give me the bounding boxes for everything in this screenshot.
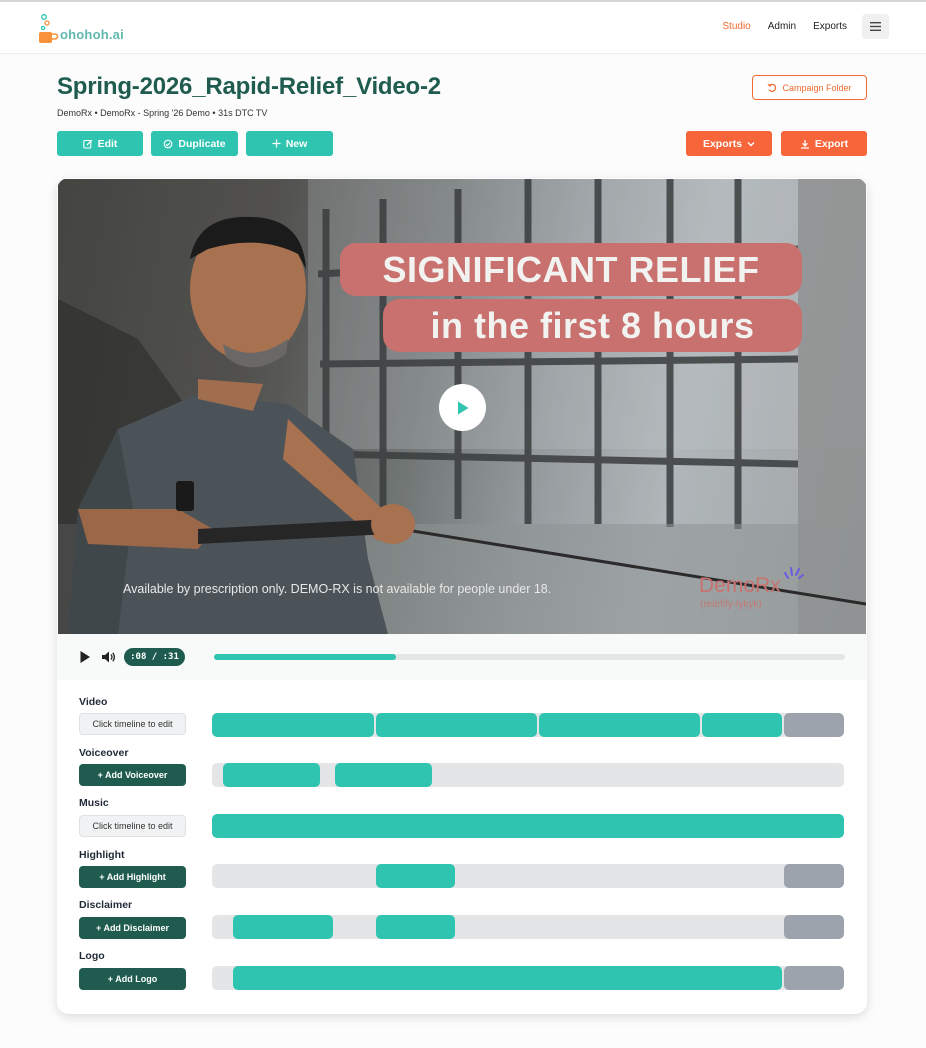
exports-label: Exports [702, 137, 743, 150]
add-highlight-button[interactable]: + Add Highlight [79, 866, 186, 888]
campaign-folder-button[interactable]: Campaign Folder [752, 75, 867, 100]
music-edit-hint-button[interactable]: Click timeline to edit [79, 815, 186, 837]
music-clip[interactable] [212, 814, 844, 838]
campaign-folder-label: Campaign Folder [782, 82, 852, 93]
chevron-down-icon [747, 141, 755, 146]
track-label-voiceover: Voiceover [79, 747, 129, 759]
voiceover-clip[interactable] [335, 763, 432, 787]
video-play-button[interactable] [439, 384, 486, 431]
play-icon [457, 401, 468, 414]
edit-label: Edit [97, 137, 118, 150]
top-nav: ohohoh.ai Studio Admin Exports [0, 2, 926, 54]
add-logo-button[interactable]: + Add Logo [79, 968, 186, 990]
end-card-segment[interactable] [784, 966, 844, 990]
disclaimer-clip[interactable] [376, 915, 455, 939]
video-clip[interactable] [702, 713, 782, 737]
nav-admin[interactable]: Admin [768, 21, 796, 32]
brand-logo[interactable]: ohohoh.ai [37, 12, 124, 44]
player-controls: :08 / :31 [57, 634, 867, 680]
playback-time: :08 / :31 [124, 648, 185, 666]
timeline-lane-logo[interactable] [212, 966, 844, 990]
nav-links: Studio Admin Exports [705, 14, 889, 39]
page-title: Spring-2026_Rapid-Relief_Video-2 [57, 73, 441, 100]
edit-button[interactable]: Edit [57, 131, 143, 156]
exports-dropdown-button[interactable]: Exports [686, 131, 772, 156]
logo-clip[interactable] [233, 966, 782, 990]
disclaimer-clip[interactable] [233, 915, 333, 939]
undo-icon [768, 83, 777, 92]
video-brand-logo: DemoRx [699, 574, 781, 597]
volume-icon[interactable] [100, 649, 116, 665]
mug-icon [37, 14, 59, 44]
playback-progress-fill [214, 654, 397, 660]
video-clip[interactable] [376, 713, 537, 737]
duplicate-label: Duplicate [178, 137, 226, 150]
timeline-lane-music[interactable] [212, 814, 844, 838]
track-label-music: Music [79, 797, 109, 809]
track-label-highlight: Highlight [79, 849, 125, 861]
timeline-lane-voiceover[interactable] [212, 763, 844, 787]
new-button[interactable]: New [246, 131, 333, 156]
video-editor-card: SIGNIFICANT RELIEF in the first 8 hours … [57, 178, 867, 1014]
timeline-lane-disclaimer[interactable] [212, 915, 844, 939]
new-label: New [285, 137, 308, 150]
overlay-headline-line2: in the first 8 hours [383, 299, 802, 352]
export-label: Export [814, 137, 849, 150]
video-edit-hint-button[interactable]: Click timeline to edit [79, 713, 186, 735]
playback-progress-bar[interactable] [214, 654, 845, 660]
video-disclaimer-text: Available by prescription only. DEMO-RX … [123, 582, 552, 596]
nav-studio[interactable]: Studio [722, 21, 750, 32]
duplicate-button[interactable]: Duplicate [151, 131, 238, 156]
timeline-lane-video[interactable] [212, 713, 844, 737]
voiceover-clip[interactable] [223, 763, 320, 787]
duplicate-icon [164, 139, 173, 148]
track-label-video: Video [79, 696, 108, 708]
plus-icon [272, 139, 281, 148]
brand-name: ohohoh.ai [60, 27, 124, 42]
timeline-lane-highlight[interactable] [212, 864, 844, 888]
add-voiceover-button[interactable]: + Add Voiceover [79, 764, 186, 786]
hamburger-icon [870, 22, 881, 31]
video-clip[interactable] [539, 713, 700, 737]
hamburger-menu-button[interactable] [862, 14, 889, 39]
track-label-logo: Logo [79, 950, 105, 962]
track-label-disclaimer: Disclaimer [79, 899, 133, 911]
end-card-segment[interactable] [784, 915, 844, 939]
highlight-clip[interactable] [376, 864, 455, 888]
video-preview[interactable]: SIGNIFICANT RELIEF in the first 8 hours … [58, 179, 866, 634]
logo-burst-icon [784, 567, 804, 579]
download-icon [800, 139, 809, 149]
video-clip[interactable] [212, 713, 374, 737]
export-button[interactable]: Export [781, 131, 867, 156]
nav-exports[interactable]: Exports [813, 21, 847, 32]
play-icon[interactable] [79, 650, 91, 664]
end-card-segment[interactable] [784, 713, 844, 737]
overlay-headline-line1: SIGNIFICANT RELIEF [340, 243, 802, 296]
page-subtitle: DemoRx • DemoRx - Spring '26 Demo • 31s … [57, 108, 268, 118]
edit-icon [82, 139, 92, 149]
video-brand-subtext: (relefify-lykyk) [700, 599, 762, 610]
end-card-segment[interactable] [784, 864, 844, 888]
add-disclaimer-button[interactable]: + Add Disclaimer [79, 917, 186, 939]
